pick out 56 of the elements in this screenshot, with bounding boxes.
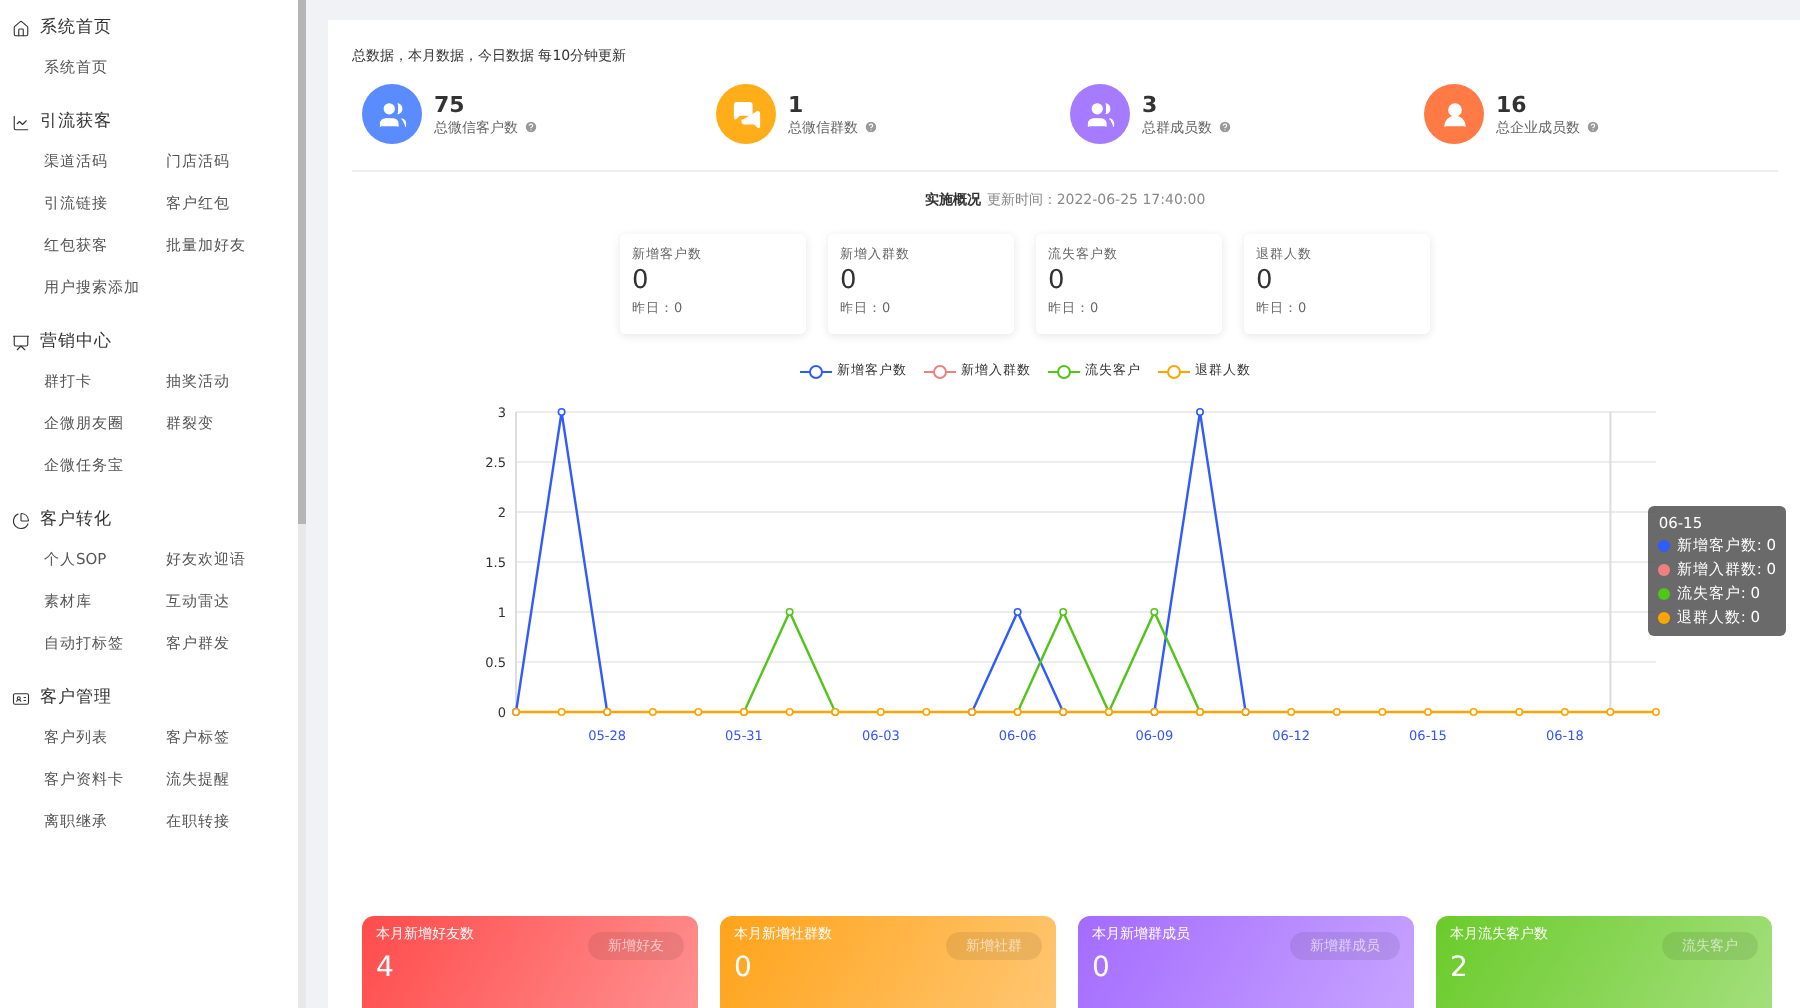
users-icon — [1085, 99, 1115, 129]
data-point — [1469, 708, 1478, 716]
pie-chart-icon — [12, 511, 30, 529]
data-point — [1332, 708, 1341, 716]
data-point — [1652, 708, 1660, 716]
section-title: 营销中心 — [40, 330, 112, 354]
card-value: 4 — [376, 952, 396, 984]
help-icon[interactable] — [864, 120, 878, 134]
card-value: 0 — [734, 952, 754, 984]
data-point — [1013, 608, 1022, 616]
data-point — [648, 708, 657, 716]
metric-value: 0 — [840, 268, 859, 296]
id-card-icon — [12, 689, 30, 707]
help-icon[interactable] — [1218, 120, 1232, 134]
data-point — [1059, 608, 1068, 616]
metric-value: 0 — [1048, 268, 1067, 296]
card-value: 2 — [1450, 952, 1470, 984]
stat-value: 16 — [1496, 91, 1529, 117]
users-icon — [377, 99, 407, 129]
stat-value: 1 — [788, 91, 806, 117]
home-icon — [12, 19, 30, 37]
chat-icon — [731, 99, 761, 129]
data-point — [1515, 708, 1524, 716]
section-title: 客户转化 — [40, 508, 112, 532]
section-title: 引流获客 — [40, 110, 112, 134]
legend-line-icon — [1047, 363, 1079, 379]
help-icon[interactable] — [1586, 120, 1600, 134]
data-point — [785, 608, 794, 616]
metric-value: 0 — [1256, 268, 1275, 296]
scrollbar-thumb[interactable] — [298, 0, 306, 524]
data-point — [557, 708, 566, 716]
user-icon — [1439, 99, 1469, 129]
line-chart-icon — [12, 113, 30, 131]
card-value: 0 — [1092, 952, 1112, 984]
data-point — [694, 708, 703, 716]
section-title: 客户管理 — [40, 686, 112, 710]
data-point — [1424, 708, 1432, 716]
data-point — [1196, 408, 1204, 416]
stat-value: 75 — [434, 91, 467, 117]
legend-line-icon — [1157, 363, 1189, 379]
help-icon[interactable] — [524, 120, 538, 134]
data-point — [1606, 708, 1615, 716]
data-point — [876, 708, 885, 716]
data-point — [557, 408, 566, 416]
stat-value: 3 — [1142, 91, 1160, 117]
data-point — [785, 708, 794, 716]
data-point — [1378, 708, 1387, 716]
legend-line-icon — [923, 363, 955, 379]
data-point — [922, 708, 931, 716]
legend-line-icon — [799, 363, 831, 379]
data-point — [1150, 608, 1159, 616]
data-point — [1560, 708, 1569, 716]
section-title: 系统首页 — [40, 16, 112, 40]
board-icon — [12, 333, 30, 351]
data-point — [1287, 708, 1296, 716]
metric-value: 0 — [632, 268, 651, 296]
